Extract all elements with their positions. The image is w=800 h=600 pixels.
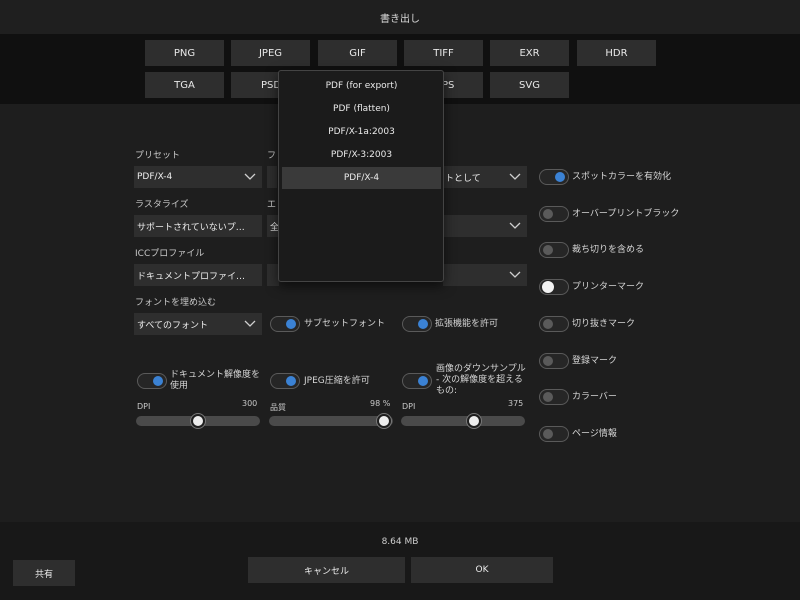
right-option-label: 切り抜きマーク	[572, 319, 636, 329]
preset-dropdown-menu: PDF (for export) PDF (flatten) PDF/X-1a:…	[278, 70, 444, 282]
chevron-down-icon	[509, 222, 521, 229]
embed-fonts-select[interactable]: すべてのフォント	[134, 313, 262, 335]
slider-thumb[interactable]	[377, 414, 391, 428]
downsample-dpi-label: DPI	[402, 402, 416, 411]
menu-item-pdf-x3[interactable]: PDF/X-3:2003	[282, 144, 441, 166]
right-option-toggle[interactable]	[539, 353, 569, 369]
format-hdr-button[interactable]: HDR	[577, 40, 656, 66]
format-tiff-button[interactable]: TIFF	[404, 40, 483, 66]
preset-select[interactable]: PDF/X-4	[134, 166, 262, 188]
col2-select-1[interactable]	[267, 166, 277, 188]
file-size: 8.64 MB	[381, 537, 419, 547]
right-option-label: スポットカラーを有効化	[572, 172, 672, 182]
rasterize-value: サポートされていないプ…	[137, 222, 245, 233]
window-title-bar: 書き出し	[0, 0, 800, 34]
rasterize-select[interactable]: サポートされていないプ…	[134, 215, 262, 237]
rasterize-label: ラスタライズ	[135, 200, 189, 210]
format-tga-button[interactable]: TGA	[145, 72, 224, 98]
chevron-down-icon	[244, 320, 256, 327]
use-doc-resolution-toggle[interactable]	[137, 373, 167, 389]
icc-profile-value: ドキュメントプロファイ…	[137, 271, 246, 282]
col2-label-2: エ	[267, 200, 277, 210]
quality-slider[interactable]	[269, 414, 393, 428]
dpi-value: 300	[242, 399, 258, 408]
downsample-toggle[interactable]	[402, 373, 432, 389]
right-option-label: ページ情報	[572, 429, 617, 439]
right-option-toggle[interactable]	[539, 389, 569, 405]
quality-label: 品質	[270, 403, 286, 412]
right-option-label: 登録マーク	[572, 356, 618, 366]
ok-button[interactable]: OK	[411, 557, 553, 583]
allow-extensions-label: 拡張機能を許可	[435, 319, 499, 329]
format-svg-button[interactable]: SVG	[490, 72, 569, 98]
subset-fonts-label: サブセットフォント	[304, 319, 386, 329]
jpeg-compression-label: JPEG圧縮を許可	[304, 376, 370, 386]
menu-item-pdf-x1a[interactable]: PDF/X-1a:2003	[282, 121, 441, 143]
share-button[interactable]: 共有	[13, 560, 75, 586]
right-option-label: プリンターマーク	[572, 282, 645, 292]
menu-item-pdf-export[interactable]: PDF (for export)	[282, 75, 441, 97]
menu-item-pdf-flatten[interactable]: PDF (flatten)	[282, 98, 441, 120]
window-title: 書き出し	[380, 13, 420, 25]
right-option-toggle[interactable]	[539, 206, 569, 222]
jpeg-compression-toggle[interactable]	[270, 373, 300, 389]
menu-item-pdf-x4[interactable]: PDF/X-4	[282, 167, 441, 189]
icc-profile-label: ICCプロファイル	[135, 249, 205, 259]
format-jpeg-button[interactable]: JPEG	[231, 40, 310, 66]
slider-thumb[interactable]	[191, 414, 205, 428]
quality-value: 98 %	[370, 399, 391, 408]
col2-label-1: フ	[267, 151, 277, 161]
format-gif-button[interactable]: GIF	[318, 40, 397, 66]
allow-extensions-toggle[interactable]	[402, 316, 432, 332]
col3-select-3[interactable]	[443, 264, 527, 286]
use-doc-resolution-label: ドキュメント解像度を使用	[170, 370, 261, 391]
format-png-button[interactable]: PNG	[145, 40, 224, 66]
right-option-label: カラーバー	[572, 392, 617, 402]
downsample-slider[interactable]	[401, 414, 525, 428]
resolution-slider[interactable]	[136, 414, 260, 428]
icc-profile-select[interactable]: ドキュメントプロファイ…	[134, 264, 262, 286]
slider-thumb[interactable]	[467, 414, 481, 428]
embed-fonts-label: フォントを埋め込む	[135, 298, 217, 308]
subset-fonts-toggle[interactable]	[270, 316, 300, 332]
right-option-toggle[interactable]	[539, 279, 569, 295]
col3-select-2[interactable]	[443, 215, 527, 237]
downsample-label: 画像のダウンサンプル - 次の解像度を超えるもの:	[436, 364, 526, 396]
chevron-down-icon	[244, 173, 256, 180]
col3-select-1[interactable]: トとして	[443, 166, 527, 188]
right-option-label: 裁ち切りを含める	[572, 245, 645, 255]
dpi-label: DPI	[137, 402, 151, 411]
format-exr-button[interactable]: EXR	[490, 40, 569, 66]
chevron-down-icon	[509, 173, 521, 180]
right-option-toggle[interactable]	[539, 242, 569, 258]
right-option-toggle[interactable]	[539, 169, 569, 185]
right-option-toggle[interactable]	[539, 316, 569, 332]
right-option-toggle[interactable]	[539, 426, 569, 442]
downsample-dpi-value: 375	[508, 399, 524, 408]
chevron-down-icon	[509, 271, 521, 278]
preset-label: プリセット	[135, 151, 181, 161]
right-option-label: オーバープリントブラック	[572, 209, 680, 219]
cancel-button[interactable]: キャンセル	[248, 557, 405, 583]
